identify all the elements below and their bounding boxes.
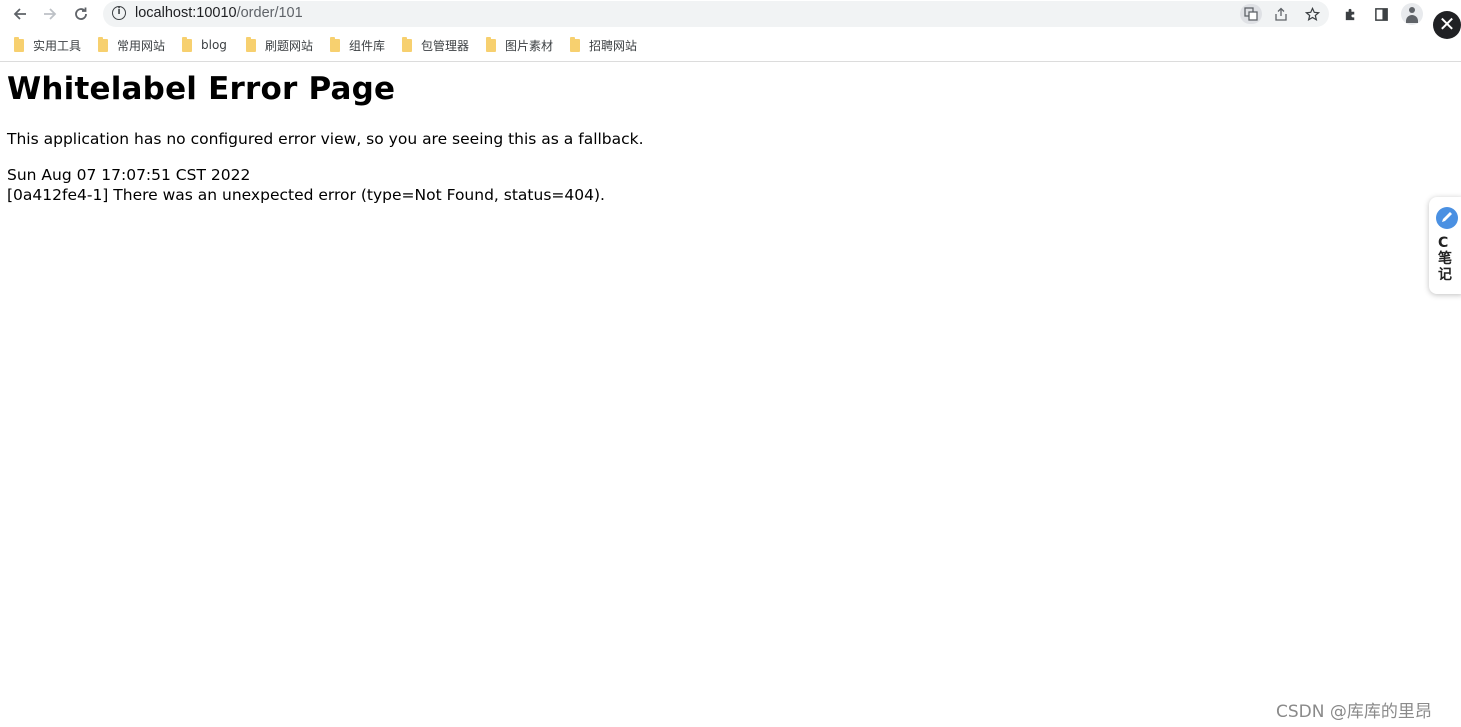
folder-icon	[330, 36, 340, 52]
star-icon	[1304, 6, 1320, 21]
notes-side-widget[interactable]: C笔记	[1429, 197, 1461, 294]
puzzle-icon	[1345, 8, 1354, 20]
forward-arrow-icon	[44, 8, 57, 20]
back-button[interactable]	[8, 2, 32, 26]
avatar-body	[1406, 15, 1418, 23]
csdn-watermark: CSDN @库库的里昂	[1276, 702, 1432, 722]
url-path: /order/101	[236, 5, 303, 21]
folder-icon	[570, 36, 580, 52]
pencil-icon	[1442, 212, 1452, 222]
site-info-icon[interactable]: i	[112, 6, 126, 20]
bookmarks-bar: 实用工具 常用网站 blog 刷题网站 组件库 包管理器 图片素材 招聘网站	[0, 34, 1461, 56]
bookmark-label: 组件库	[349, 38, 386, 53]
bookmark-folder[interactable]: 组件库	[330, 34, 385, 56]
folder-icon	[98, 36, 108, 52]
folder-icon	[402, 36, 412, 52]
translate-button[interactable]	[1240, 4, 1262, 24]
translate-icon	[1244, 7, 1258, 21]
browser-toolbar: i localhost:10010/order/101	[0, 0, 1461, 28]
forward-button[interactable]	[38, 2, 62, 26]
bookmark-folder[interactable]: 常用网站	[98, 34, 165, 56]
bookmark-folder[interactable]: 图片素材	[486, 34, 553, 56]
error-details: Sun Aug 07 17:07:51 CST 2022 [0a412fe4-1…	[7, 165, 605, 205]
extensions-button[interactable]	[1339, 3, 1361, 25]
page-title: Whitelabel Error Page	[7, 71, 396, 107]
back-arrow-icon	[13, 8, 26, 20]
bookmark-folder[interactable]: 实用工具	[14, 34, 81, 56]
side-panel-button[interactable]	[1370, 3, 1392, 25]
error-message: [0a412fe4-1] There was an unexpected err…	[7, 186, 605, 204]
folder-icon	[246, 36, 256, 52]
bookmark-label: 图片素材	[505, 38, 554, 53]
avatar-head	[1409, 7, 1415, 13]
error-timestamp: Sun Aug 07 17:07:51 CST 2022	[7, 166, 251, 184]
profile-avatar[interactable]	[1401, 3, 1423, 25]
folder-icon	[486, 36, 496, 52]
url-host: localhost:10010	[135, 5, 237, 21]
close-icon[interactable]: ✕	[1433, 11, 1461, 39]
reload-button[interactable]	[69, 2, 93, 26]
reload-icon	[75, 7, 87, 20]
share-icon	[1275, 7, 1287, 21]
bookmark-label: 实用工具	[33, 38, 82, 53]
browser-chrome: i localhost:10010/order/101 实用工具 常用网站 bl…	[0, 0, 1461, 62]
bookmark-label: 包管理器	[421, 38, 470, 53]
error-description: This application has no configured error…	[7, 130, 644, 148]
bookmark-folder[interactable]: 招聘网站	[570, 34, 637, 56]
side-panel-icon	[1374, 7, 1388, 21]
folder-icon	[182, 36, 192, 52]
folder-icon	[14, 36, 24, 52]
bookmark-folder[interactable]: blog	[182, 34, 227, 56]
bookmark-folder[interactable]: 刷题网站	[246, 34, 313, 56]
bookmark-label: 招聘网站	[589, 38, 638, 53]
notes-widget-label: C笔记	[1438, 235, 1452, 283]
notes-logo-icon	[1436, 207, 1458, 229]
address-bar[interactable]: i localhost:10010/order/101	[103, 1, 1329, 27]
share-button[interactable]	[1271, 4, 1291, 24]
bookmark-label: blog	[201, 38, 227, 52]
url-text[interactable]: localhost:10010/order/101	[135, 5, 303, 21]
bookmark-star-button[interactable]	[1302, 4, 1322, 24]
bookmark-folder[interactable]: 包管理器	[402, 34, 469, 56]
bookmark-label: 刷题网站	[265, 38, 314, 53]
bookmark-label: 常用网站	[117, 38, 166, 53]
